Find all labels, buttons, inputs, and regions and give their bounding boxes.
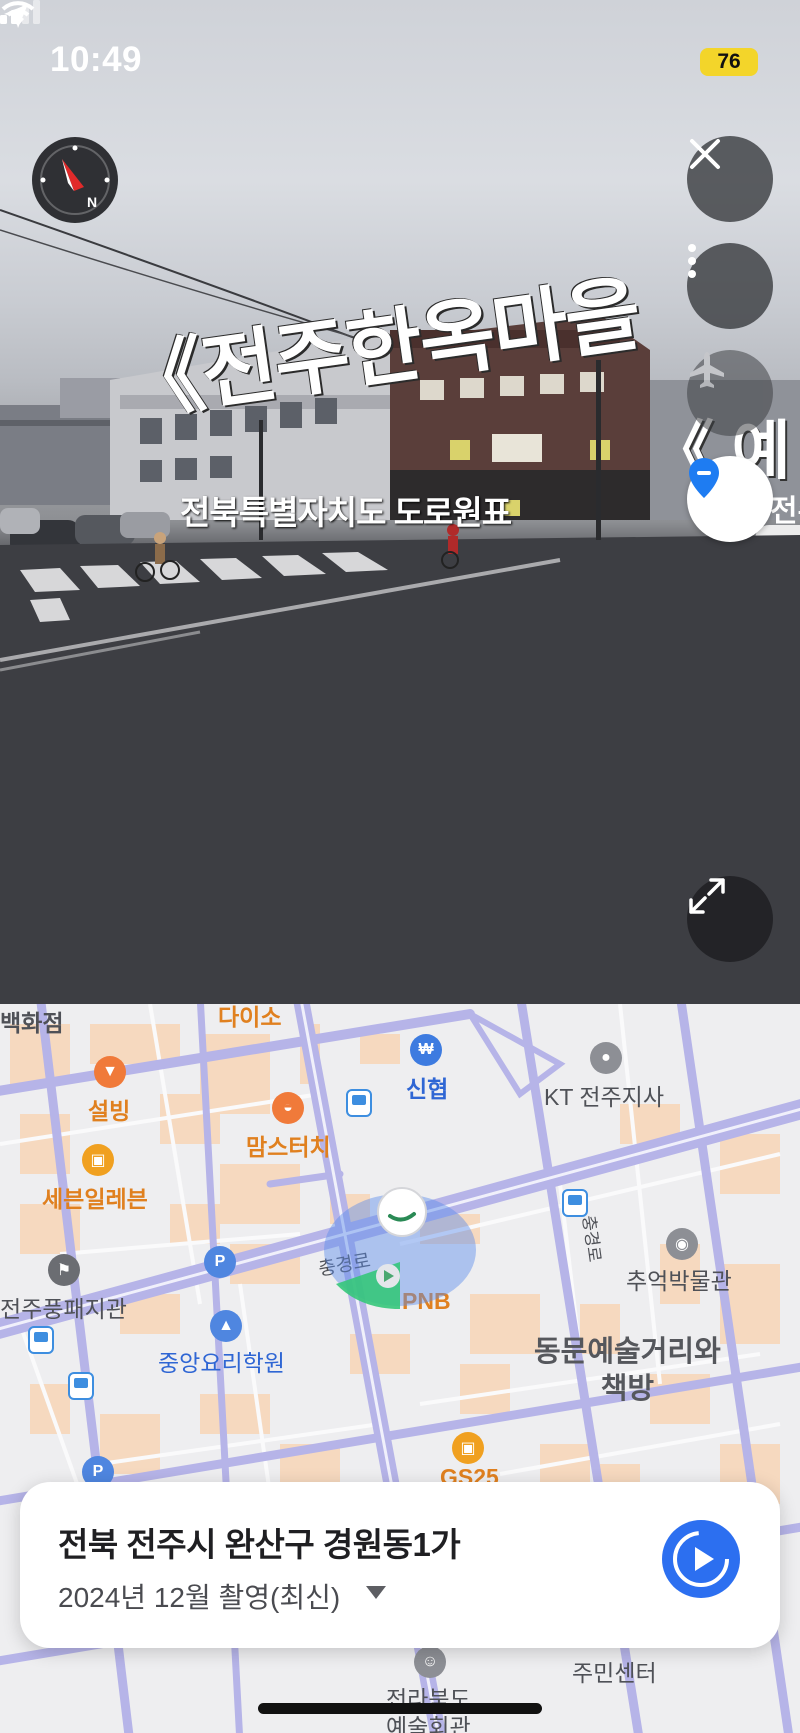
- more-vertical-icon: [688, 244, 696, 278]
- poi-pungpae-hall[interactable]: 전주풍패지관: [0, 1290, 127, 1324]
- area-label-line-1: 동문예술거리와: [534, 1336, 721, 1368]
- dessert-icon: ▼: [94, 1056, 126, 1088]
- theater-icon: ☺: [414, 1646, 446, 1678]
- compass-button[interactable]: N: [32, 137, 118, 223]
- street-view-position-marker[interactable]: [320, 1184, 480, 1314]
- compass-north-label: N: [87, 194, 97, 210]
- home-indicator: [258, 1703, 542, 1714]
- location-info-card[interactable]: 전북 전주시 완산구 경원동1가 2024년 12월 촬영(최신): [20, 1482, 780, 1648]
- more-options-button[interactable]: [687, 243, 773, 329]
- status-time: 10:49: [50, 40, 143, 79]
- expand-icon: [689, 878, 725, 914]
- convenience-store-icon: ▣: [82, 1144, 114, 1176]
- museum-icon: ◉: [666, 1228, 698, 1260]
- area-label-line-2: 책방: [600, 1373, 655, 1405]
- street-view-panorama[interactable]: 《전주한옥마을 전북특별자치도 도로원표 《 예 전주 10:49 76: [0, 0, 800, 1004]
- location-pin-button[interactable]: [687, 456, 773, 542]
- convenience-store-icon: ▣: [452, 1432, 484, 1464]
- compass-icon: N: [40, 145, 110, 215]
- office-icon: ●: [590, 1042, 622, 1074]
- aerial-view-button[interactable]: [687, 350, 773, 436]
- capture-date-selector[interactable]: 2024년 12월 촬영(최신): [58, 1576, 340, 1616]
- poi-sulbing[interactable]: 설빙: [88, 1092, 130, 1126]
- poi-cooking-academy[interactable]: 중앙요리학원: [158, 1344, 285, 1378]
- play-icon: [673, 1531, 729, 1587]
- address-title: 전북 전주시 완산구 경원동1가: [58, 1526, 461, 1563]
- road-sign-marker: 전북특별자치도 도로원표: [180, 494, 512, 531]
- parking-icon: P: [204, 1246, 236, 1278]
- map-pin-icon: [689, 458, 719, 498]
- poi-seven-eleven[interactable]: 세븐일레븐: [42, 1180, 148, 1214]
- school-icon: ▲: [210, 1310, 242, 1342]
- poi-moms-touch[interactable]: 맘스터치: [246, 1128, 331, 1162]
- area-label-dongmun-art-street: 동문예술거리와 책방: [534, 1334, 721, 1408]
- road-sign-right-sub: 전주: [770, 495, 800, 528]
- status-bar: 10:49 76: [0, 0, 800, 120]
- poi-daiso[interactable]: 다이소: [218, 1004, 281, 1032]
- chevron-down-icon[interactable]: [366, 1586, 386, 1599]
- poi-kt-jeonju[interactable]: KT 전주지사: [544, 1078, 664, 1112]
- bank-icon: ₩: [410, 1034, 442, 1066]
- bus-stop-icon[interactable]: [562, 1189, 588, 1217]
- poi-shinhyup[interactable]: 신협: [406, 1070, 448, 1104]
- close-button[interactable]: [687, 136, 773, 222]
- flag-icon: ⚑: [48, 1254, 80, 1286]
- burger-icon: ◒: [272, 1092, 304, 1124]
- expand-button[interactable]: [687, 876, 773, 962]
- poi-department-store[interactable]: 백화점: [0, 1004, 63, 1038]
- bus-stop-icon[interactable]: [346, 1089, 372, 1117]
- poi-memory-museum[interactable]: 추억박물관: [626, 1262, 732, 1296]
- bus-stop-icon[interactable]: [68, 1372, 94, 1400]
- battery-indicator: 76: [700, 48, 758, 76]
- bus-stop-icon[interactable]: [28, 1326, 54, 1354]
- play-button[interactable]: [662, 1520, 740, 1598]
- close-icon: [690, 139, 720, 169]
- poi-community-center[interactable]: 주민센터: [572, 1654, 657, 1688]
- wifi-icon: [1, 1, 35, 26]
- airplane-icon: [690, 352, 724, 388]
